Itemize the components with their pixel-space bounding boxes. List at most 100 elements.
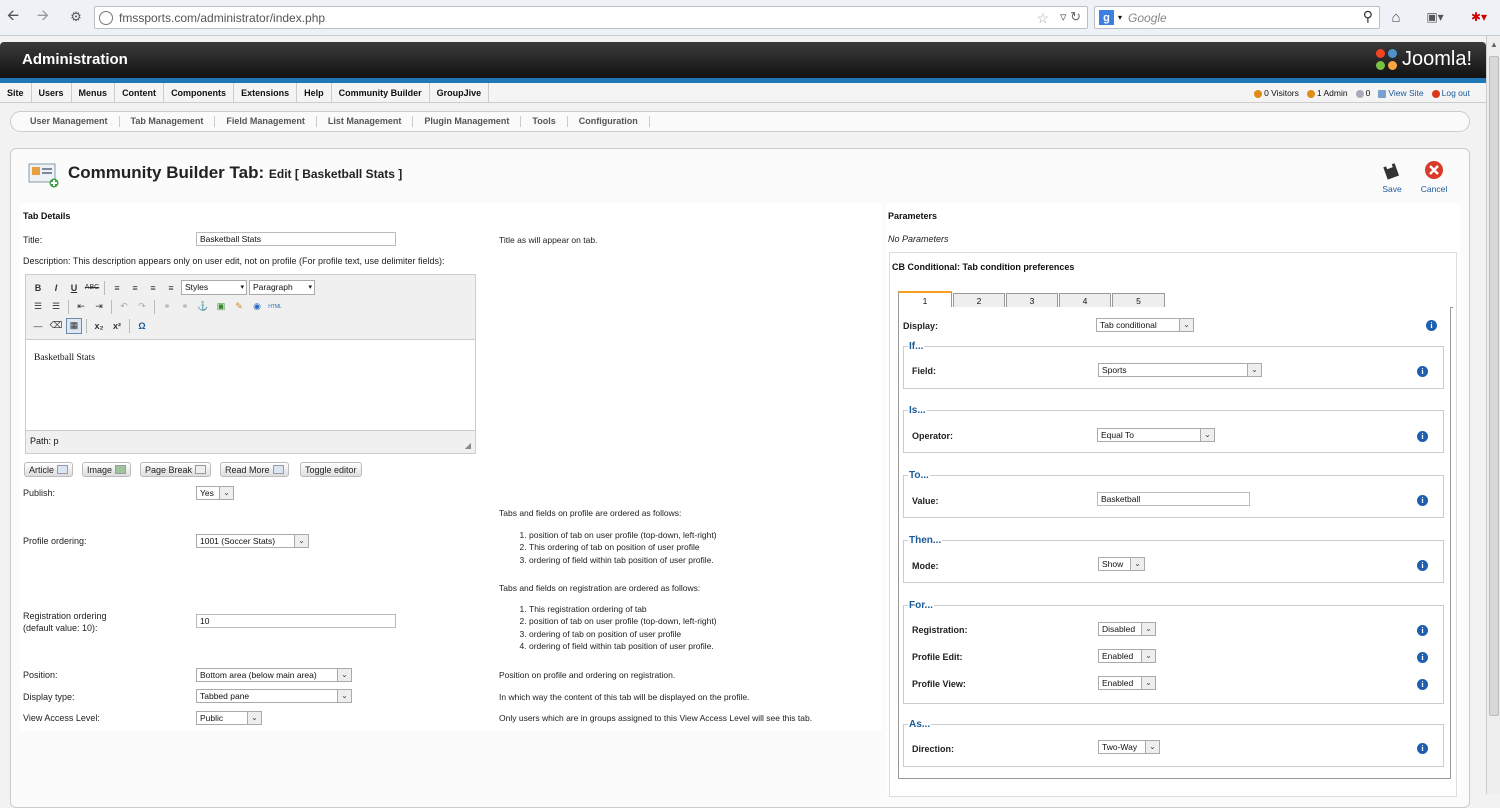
remove-format-icon[interactable]: ⌫ xyxy=(48,318,64,334)
undo-icon[interactable]: ↶ xyxy=(116,299,132,315)
mode-info-icon[interactable]: i xyxy=(1417,560,1428,571)
registration-info-icon[interactable]: i xyxy=(1417,625,1428,636)
mode-select[interactable]: Show ⌄ xyxy=(1098,557,1145,571)
registration-ordering-input[interactable]: 10 xyxy=(196,614,396,628)
html-source-icon[interactable]: HTML xyxy=(267,299,283,315)
redo-icon[interactable]: ↷ xyxy=(134,299,150,315)
visual-aid-icon[interactable]: ▦ xyxy=(66,317,82,334)
submenu-tools[interactable]: Tools xyxy=(521,116,568,127)
profile-edit-select[interactable]: Enabled ⌄ xyxy=(1098,649,1156,663)
paragraph-dropdown[interactable]: Paragraph ▾ xyxy=(249,280,315,295)
menu-menus[interactable]: Menus xyxy=(72,82,116,103)
profile-view-select[interactable]: Enabled ⌄ xyxy=(1098,676,1156,690)
subscript-icon[interactable]: x₂ xyxy=(91,318,107,334)
save-button[interactable]: Save xyxy=(1372,160,1412,194)
superscript-icon[interactable]: x² xyxy=(109,318,125,334)
scroll-up-arrow-icon[interactable]: ▲ xyxy=(1490,40,1498,49)
magnifier-icon[interactable]: ⚲ xyxy=(1363,8,1373,25)
read-more-button[interactable]: Read More xyxy=(220,462,289,477)
site-identity-icon[interactable]: ⚙ xyxy=(66,7,86,27)
search-bar[interactable]: g ▾ Google ⚲ xyxy=(1094,6,1380,29)
view-site-link[interactable]: View Site xyxy=(1378,88,1424,98)
submenu-plugin-management[interactable]: Plugin Management xyxy=(413,116,522,127)
article-button[interactable]: Article xyxy=(24,462,74,477)
submenu-configuration[interactable]: Configuration xyxy=(568,116,650,127)
anchor-icon[interactable]: ⚓ xyxy=(195,299,211,315)
bookmark-star-icon[interactable]: ☆ xyxy=(1036,10,1049,27)
display-select[interactable]: Tab conditional ⌄ xyxy=(1096,318,1194,332)
messages-status[interactable]: 0 xyxy=(1355,88,1370,98)
align-center-icon[interactable]: ≡ xyxy=(127,280,143,296)
editor-content-area[interactable]: Basketball Stats xyxy=(26,339,475,431)
italic-icon[interactable]: I xyxy=(48,280,64,296)
numbered-list-icon[interactable]: ☰ xyxy=(48,299,64,315)
align-right-icon[interactable]: ≡ xyxy=(145,280,161,296)
styles-dropdown[interactable]: Styles ▾ xyxy=(181,280,247,295)
cleanup-icon[interactable]: ✎ xyxy=(231,299,247,315)
tab-5[interactable]: 5 xyxy=(1112,293,1165,307)
scrollbar-thumb[interactable] xyxy=(1489,56,1499,716)
logout-link[interactable]: Log out xyxy=(1431,88,1470,98)
image-button[interactable]: Image xyxy=(82,462,132,477)
align-justify-icon[interactable]: ≡ xyxy=(163,280,179,296)
value-input[interactable]: Basketball xyxy=(1097,492,1250,506)
strikethrough-icon[interactable]: ABC xyxy=(84,280,100,296)
cancel-button[interactable]: Cancel xyxy=(1414,160,1454,194)
operator-select[interactable]: Equal To ⌄ xyxy=(1097,428,1215,442)
home-icon[interactable]: ⌂ xyxy=(1386,7,1406,27)
reload-icon[interactable]: ▿ ↻ xyxy=(1060,9,1081,25)
tab-4[interactable]: 4 xyxy=(1059,293,1111,307)
back-arrow-icon[interactable]: 🡨 xyxy=(4,7,22,27)
unlink-icon[interactable]: ⚭ xyxy=(177,299,193,315)
page-break-button[interactable]: Page Break xyxy=(140,462,212,477)
horizontal-rule-icon[interactable]: — xyxy=(30,318,46,334)
display-info-icon[interactable]: i xyxy=(1426,320,1437,331)
submenu-tab-management[interactable]: Tab Management xyxy=(120,116,216,127)
forward-arrow-icon[interactable]: 🡪 xyxy=(34,7,52,27)
menu-groupjive[interactable]: GroupJive xyxy=(430,82,490,103)
submenu-user-management[interactable]: User Management xyxy=(19,116,120,127)
menu-site[interactable]: Site xyxy=(0,82,32,103)
special-char-icon[interactable]: Ω xyxy=(134,318,150,334)
bookmarks-menu-icon[interactable]: ▣▾ xyxy=(1420,7,1450,27)
menu-users[interactable]: Users xyxy=(32,82,72,103)
address-bar[interactable]: fmssports.com/administrator/index.php ☆ … xyxy=(94,6,1088,29)
underline-icon[interactable]: U xyxy=(66,280,82,296)
outdent-icon[interactable]: ⇤ xyxy=(73,299,89,315)
resize-grip-icon[interactable]: ◢ xyxy=(465,441,471,450)
menu-components[interactable]: Components xyxy=(164,82,235,103)
menu-help[interactable]: Help xyxy=(297,82,332,103)
help-icon[interactable]: ◉ xyxy=(249,299,265,315)
display-type-select[interactable]: Tabbed pane ⌄ xyxy=(196,689,352,703)
field-info-icon[interactable]: i xyxy=(1417,366,1428,377)
access-level-select[interactable]: Public ⌄ xyxy=(196,711,262,725)
direction-select[interactable]: Two-Way ⌄ xyxy=(1098,740,1160,754)
indent-icon[interactable]: ⇥ xyxy=(91,299,107,315)
field-select[interactable]: Sports ⌄ xyxy=(1098,363,1262,377)
publish-select[interactable]: Yes ⌄ xyxy=(196,486,234,500)
engine-dropdown-icon[interactable]: ▾ xyxy=(1118,13,1122,22)
page-scrollbar[interactable]: ▲ xyxy=(1486,36,1500,794)
tab-2[interactable]: 2 xyxy=(953,293,1005,307)
addon-icon[interactable]: ✱▾ xyxy=(1464,7,1494,27)
insert-image-icon[interactable]: ▣ xyxy=(213,299,229,315)
toggle-editor-button[interactable]: Toggle editor xyxy=(300,462,362,477)
menu-community-builder[interactable]: Community Builder xyxy=(332,82,430,103)
tab-3[interactable]: 3 xyxy=(1006,293,1058,307)
position-select[interactable]: Bottom area (below main area) ⌄ xyxy=(196,668,352,682)
direction-info-icon[interactable]: i xyxy=(1417,743,1428,754)
google-engine-icon[interactable]: g xyxy=(1099,10,1114,25)
profile-edit-info-icon[interactable]: i xyxy=(1417,652,1428,663)
title-input[interactable]: Basketball Stats xyxy=(196,232,396,246)
tab-1[interactable]: 1 xyxy=(898,291,952,308)
bold-icon[interactable]: B xyxy=(30,280,46,296)
submenu-field-management[interactable]: Field Management xyxy=(215,116,317,127)
profile-view-info-icon[interactable]: i xyxy=(1417,679,1428,690)
submenu-list-management[interactable]: List Management xyxy=(317,116,414,127)
registration-select[interactable]: Disabled ⌄ xyxy=(1098,622,1156,636)
menu-content[interactable]: Content xyxy=(115,82,165,103)
operator-info-icon[interactable]: i xyxy=(1417,431,1428,442)
value-info-icon[interactable]: i xyxy=(1417,495,1428,506)
link-icon[interactable]: ⚭ xyxy=(159,299,175,315)
align-left-icon[interactable]: ≡ xyxy=(109,280,125,296)
